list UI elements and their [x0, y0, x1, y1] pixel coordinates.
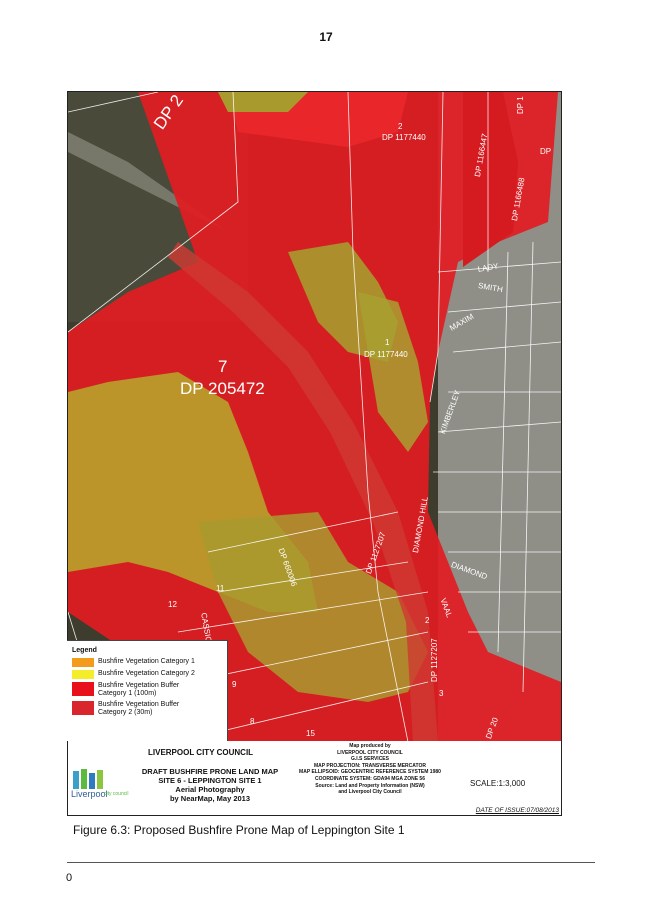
legend-label: Bushfire Vegetation Category 1	[98, 658, 195, 665]
liverpool-logo: Liverpool city council	[71, 767, 129, 807]
label-lot7: 7	[218, 357, 228, 376]
label-lot2b: 2	[425, 616, 430, 625]
label-lot8: 8	[250, 717, 255, 726]
producer-line: Map produced by	[349, 743, 391, 749]
label-lot1: 1	[385, 338, 390, 347]
label-dp-edge: DP	[540, 147, 552, 156]
producer-line: LIVERPOOL CITY COUNCIL	[337, 749, 403, 756]
map-title-line: Aerial Photography	[175, 785, 245, 794]
legend-label: Bushfire Vegetation Category 2	[98, 670, 195, 677]
legend-label: Bushfire Vegetation Buffer Category 2 (3…	[98, 701, 179, 717]
logo-mark-icon	[73, 769, 103, 789]
producer-line: MAP PROJECTION: TRANSVERSE MERCATOR	[314, 762, 426, 769]
label-dp1-corner: DP 1	[516, 96, 525, 114]
legend-item-buffer-category-1: Bushfire Vegetation Buffer Category 1 (1…	[72, 682, 227, 698]
legend-swatch	[72, 670, 94, 679]
legend-label-line: Bushfire Vegetation Buffer	[98, 701, 180, 708]
producer-line: G.I.S SERVICES	[351, 756, 389, 763]
map-scale: SCALE:1:3,000	[470, 779, 526, 788]
legend-swatch	[72, 658, 94, 667]
producer-line: MAP ELLIPSOID: GEOCENTRIC REFERENCE SYST…	[299, 769, 441, 776]
label-lot11: 11	[216, 584, 225, 593]
legend-item-buffer-category-2: Bushfire Vegetation Buffer Category 2 (3…	[72, 701, 227, 717]
label-dp1177440-top: DP 1177440	[382, 133, 426, 142]
date-of-issue: DATE OF ISSUE:07/08/2013	[475, 807, 559, 814]
footer-divider	[67, 862, 595, 863]
producer-line: COORDINATE SYSTEM: GDA94 MGA ZONE 56	[314, 775, 425, 782]
legend-label-line: Bushfire Vegetation Buffer	[98, 682, 180, 689]
page-number: 17	[319, 30, 333, 44]
logo-text: Liverpool	[71, 789, 108, 799]
map-title: DRAFT BUSHFIRE PRONE LAND MAP SITE 6 - L…	[130, 767, 290, 803]
map-producer-info: Map produced by LIVERPOOL CITY COUNCIL G…	[290, 743, 450, 796]
label-lot15: 15	[306, 729, 315, 738]
legend-swatch	[72, 701, 94, 715]
legend-label-line: Category 2 (30m)	[98, 709, 153, 716]
producer-line: and Liverpool City Council	[338, 789, 402, 796]
label-dp205472: DP 205472	[180, 379, 265, 398]
producer-line: Source: Land and Property Information (N…	[315, 782, 425, 789]
legend-swatch	[72, 682, 94, 696]
label-lot9: 9	[232, 680, 237, 689]
legend-label-line: Category 1 (100m)	[98, 690, 157, 697]
logo-suffix: city council	[104, 791, 129, 797]
label-lot12: 12	[168, 600, 177, 609]
map-title-line: by NearMap, May 2013	[169, 794, 251, 803]
footer-number: 0	[66, 872, 73, 884]
map-legend: Legend Bushfire Vegetation Category 1 Bu…	[67, 640, 228, 742]
map-title-line: DRAFT BUSHFIRE PRONE LAND MAP	[141, 767, 279, 776]
label-lot2: 2	[398, 122, 403, 131]
label-dp1177440-mid: DP 1177440	[364, 350, 408, 359]
label-dp1127207-bottom: DP 1127207	[430, 638, 439, 682]
map-title-block: LIVERPOOL CITY COUNCIL Liverpool city co…	[67, 741, 562, 816]
legend-item-category-2: Bushfire Vegetation Category 2	[72, 670, 227, 679]
legend-label: Bushfire Vegetation Buffer Category 1 (1…	[98, 682, 179, 698]
council-name: LIVERPOOL CITY COUNCIL	[148, 748, 254, 757]
legend-title: Legend	[72, 647, 97, 654]
label-lot3: 3	[439, 689, 444, 698]
map-title-line: SITE 6 - LEPPINGTON SITE 1	[158, 776, 262, 785]
figure-caption: Figure 6.3: Proposed Bushfire Prone Map …	[73, 823, 405, 837]
legend-item-category-1: Bushfire Vegetation Category 1	[72, 658, 227, 667]
